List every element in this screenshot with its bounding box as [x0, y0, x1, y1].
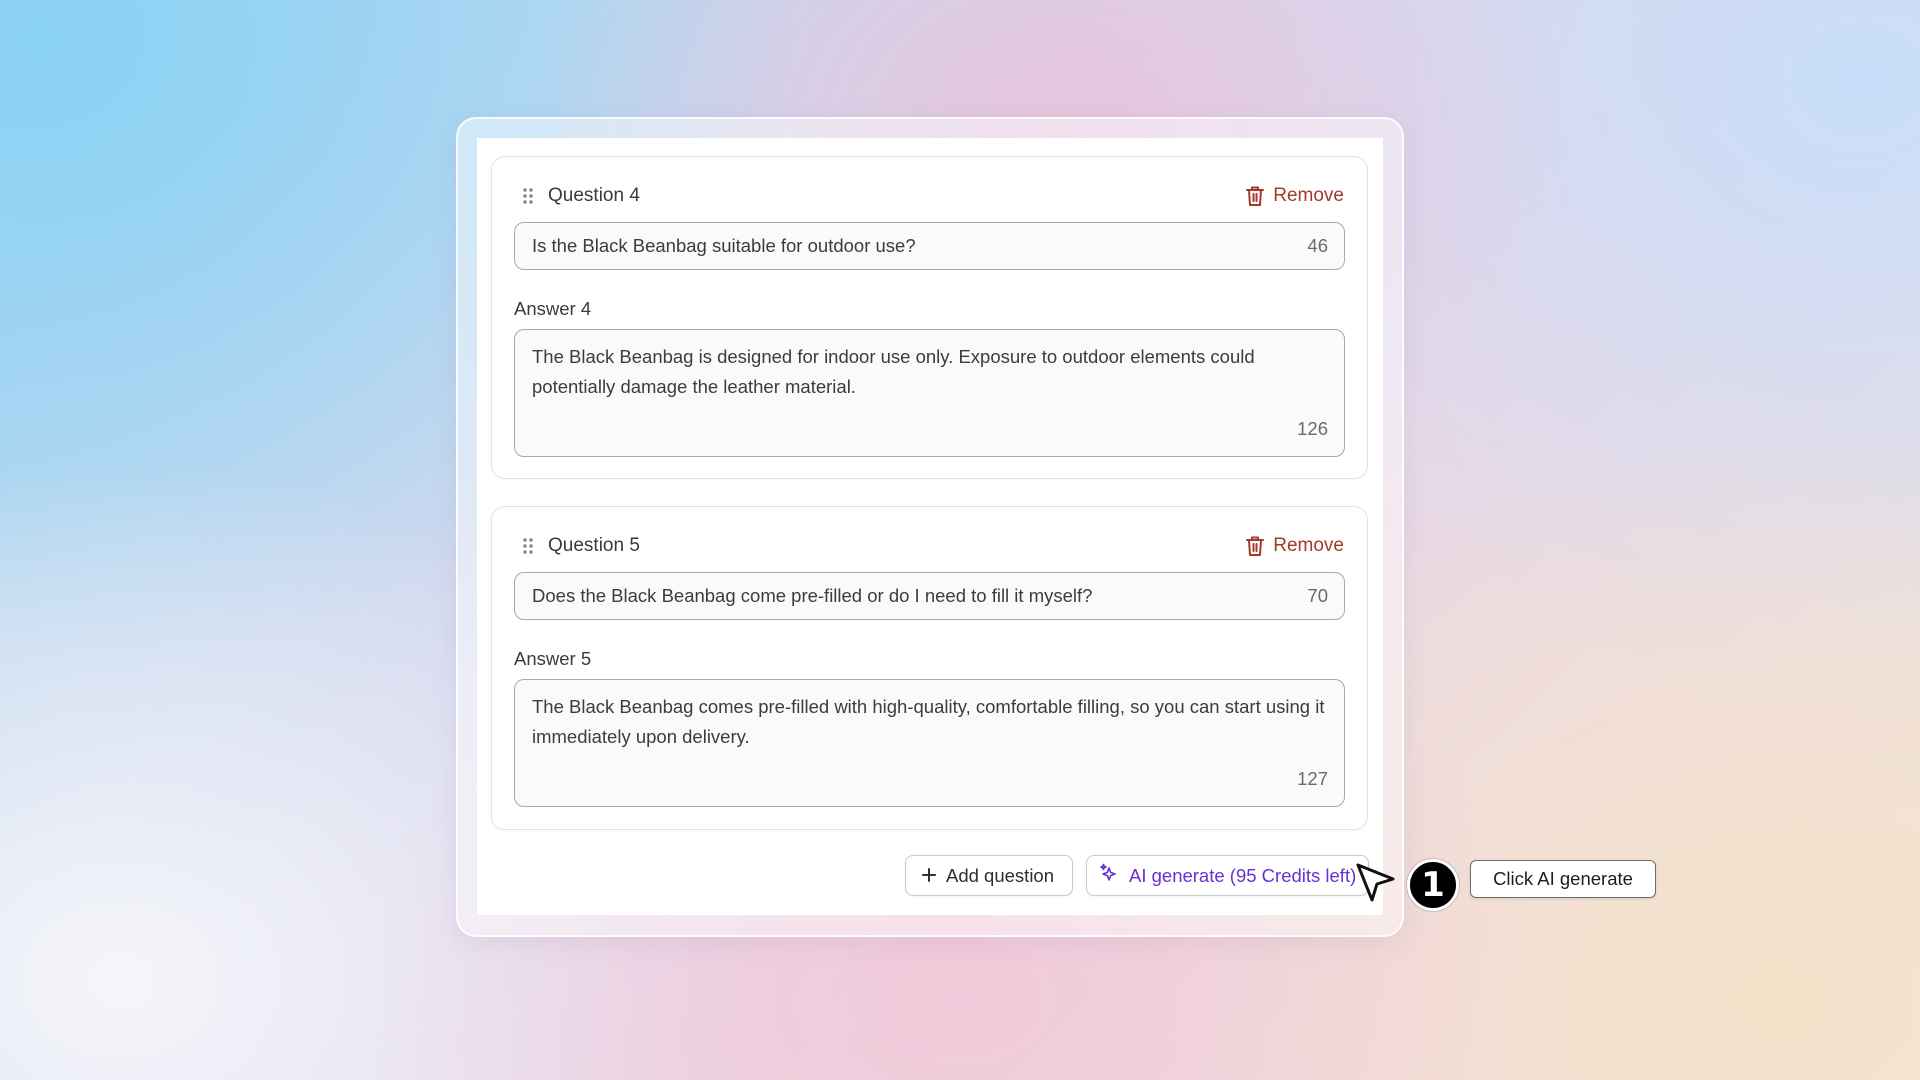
question-input[interactable]: Does the Black Beanbag come pre-filled o…	[514, 572, 1345, 620]
answer-char-count: 127	[1297, 768, 1328, 789]
faq-item-card: Question 5 Remove Does the Black Beanbag…	[491, 506, 1368, 830]
plus-icon	[922, 865, 936, 887]
trash-icon	[1245, 185, 1265, 207]
question-value: Does the Black Beanbag come pre-filled o…	[532, 585, 1093, 606]
answer-value: The Black Beanbag comes pre-filled with …	[532, 696, 1325, 747]
faq-item-header: Question 5 Remove	[522, 531, 1344, 561]
step-number-badge: 1	[1407, 859, 1459, 911]
instruction-tooltip: Click AI generate	[1470, 860, 1656, 898]
remove-button[interactable]: Remove	[1245, 185, 1344, 207]
answer-textarea[interactable]: The Black Beanbag is designed for indoor…	[514, 329, 1345, 457]
trash-icon	[1245, 535, 1265, 557]
drag-handle-icon[interactable]	[522, 537, 534, 555]
question-char-count: 46	[1307, 235, 1328, 256]
ai-generate-button[interactable]: AI generate (95 Credits left)	[1086, 855, 1369, 896]
answer-label: Answer 4	[514, 298, 592, 319]
add-question-button[interactable]: Add question	[905, 855, 1073, 896]
faq-item-header: Question 4 Remove	[522, 181, 1344, 211]
remove-label: Remove	[1273, 535, 1344, 556]
answer-value: The Black Beanbag is designed for indoor…	[532, 346, 1255, 397]
answer-char-count: 126	[1297, 418, 1328, 439]
sparkle-icon	[1099, 863, 1119, 888]
question-input[interactable]: Is the Black Beanbag suitable for outdoo…	[514, 222, 1345, 270]
add-question-label: Add question	[946, 864, 1055, 886]
remove-label: Remove	[1273, 185, 1344, 206]
question-title: Question 4	[548, 185, 640, 206]
question-title: Question 5	[548, 535, 640, 556]
faq-item-card: Question 4 Remove Is the Black Beanbag s…	[491, 156, 1368, 479]
cursor-arrow-icon	[1355, 862, 1397, 904]
drag-handle-icon[interactable]	[522, 187, 534, 205]
question-char-count: 70	[1307, 585, 1328, 606]
answer-label: Answer 5	[514, 648, 592, 669]
answer-textarea[interactable]: The Black Beanbag comes pre-filled with …	[514, 679, 1345, 807]
remove-button[interactable]: Remove	[1245, 535, 1344, 557]
question-value: Is the Black Beanbag suitable for outdoo…	[532, 235, 916, 256]
ai-generate-label: AI generate (95 Credits left)	[1129, 864, 1357, 886]
